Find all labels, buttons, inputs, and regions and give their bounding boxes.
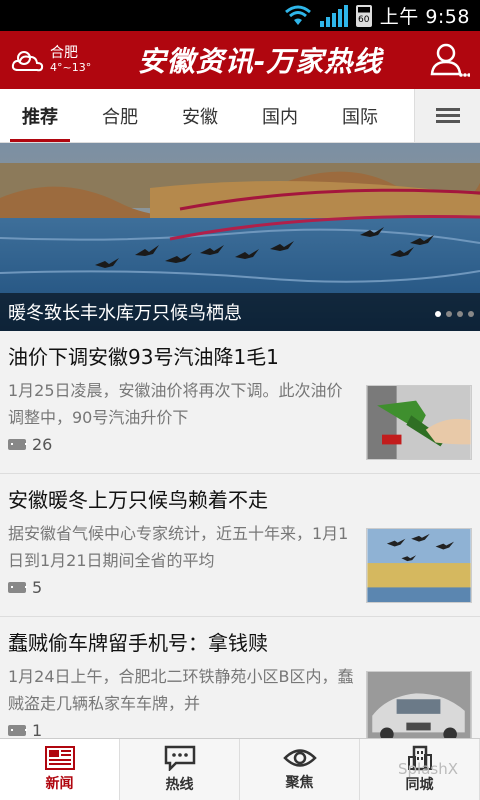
- battery-icon: 60: [355, 4, 372, 27]
- news-title: 蠢贼偷车牌留手机号：拿钱赎: [8, 631, 268, 655]
- comment-icon: [8, 582, 27, 593]
- hamburger-icon: [435, 105, 460, 126]
- tab-menu-button[interactable]: [414, 89, 480, 142]
- comment-icon: [8, 439, 27, 450]
- news-title: 安徽暖冬上万只候鸟赖着不走: [8, 488, 268, 512]
- nav-focus[interactable]: 聚焦: [240, 739, 360, 800]
- category-tabs: 推荐 合肥 安徽 国内 国际: [0, 89, 480, 143]
- news-summary: 据安徽省气候中心专家统计，近五十年来，1月1日到1月21日期间全省的平均: [8, 524, 349, 570]
- app-title: 安徽资讯-万家热线: [137, 45, 383, 78]
- bottom-nav: 新闻 热线 聚焦 同城 SplashX: [0, 738, 480, 800]
- wifi-icon: [284, 5, 311, 25]
- nav-news[interactable]: 新闻: [0, 739, 120, 800]
- weather-city: 合肥: [50, 45, 78, 62]
- news-item[interactable]: 油价下调安徽93号汽油降1毛1 1月25日凌晨，安徽油价将再次下调。此次油价调整…: [0, 331, 480, 474]
- news-title: 油价下调安徽93号汽油降1毛1: [8, 345, 279, 369]
- nav-news-label: 新闻: [45, 776, 74, 792]
- carousel-dot[interactable]: [457, 311, 463, 317]
- user-button[interactable]: [420, 31, 480, 89]
- carousel-dot[interactable]: [468, 311, 474, 317]
- comment-count: 5: [32, 578, 43, 597]
- watermark: SplashX: [398, 760, 458, 778]
- news-thumbnail-car: [366, 671, 472, 746]
- tab-anhui[interactable]: 安徽: [160, 89, 240, 142]
- nav-hotline[interactable]: 热线: [120, 739, 240, 800]
- carousel-dot[interactable]: [446, 311, 452, 317]
- comment-icon: [8, 725, 27, 736]
- status-time: 上午 9:58: [379, 6, 470, 28]
- nav-hotline-label: 热线: [165, 777, 194, 793]
- carousel-dots: [435, 311, 474, 317]
- chat-icon: [164, 745, 195, 771]
- news-list: 油价下调安徽93号汽油降1毛1 1月25日凌晨，安徽油价将再次下调。此次油价调整…: [0, 331, 480, 760]
- news-thumbnail-fuel-pump: [366, 385, 472, 460]
- news-thumbnail-birds: [366, 528, 472, 603]
- tab-recommend[interactable]: 推荐: [0, 89, 80, 142]
- nav-focus-label: 聚焦: [285, 775, 314, 791]
- tab-hefei[interactable]: 合肥: [80, 89, 160, 142]
- tab-domestic[interactable]: 国内: [240, 89, 320, 142]
- app-header: 合肥 4°~13° 安徽资讯-万家热线: [0, 31, 480, 89]
- news-summary: 1月25日凌晨，安徽油价将再次下调。此次油价调整中，90号汽油升价下: [8, 381, 343, 427]
- user-icon: [430, 43, 470, 77]
- newspaper-icon: [44, 746, 75, 770]
- tab-international[interactable]: 国际: [320, 89, 400, 142]
- hero-caption: 暖冬致长丰水库万只候鸟栖息: [0, 293, 480, 331]
- weather-cloud-icon: [11, 51, 44, 72]
- weather-widget[interactable]: 合肥 4°~13°: [0, 45, 100, 74]
- comment-count: 26: [32, 435, 53, 454]
- hero-banner[interactable]: 暖冬致长丰水库万只候鸟栖息: [0, 143, 480, 331]
- carousel-dot[interactable]: [435, 311, 441, 317]
- signal-icon: [319, 4, 348, 27]
- weather-temp: 4°~13°: [50, 60, 92, 74]
- news-item[interactable]: 安徽暖冬上万只候鸟赖着不走 据安徽省气候中心专家统计，近五十年来，1月1日到1月…: [0, 474, 480, 617]
- news-summary: 1月24日上午，合肥北二环铁静苑小区B区内，蠢贼盗走几辆私家车车牌，并: [8, 667, 354, 713]
- status-bar: 60 上午 9:58: [0, 0, 480, 31]
- eye-icon: [282, 749, 317, 767]
